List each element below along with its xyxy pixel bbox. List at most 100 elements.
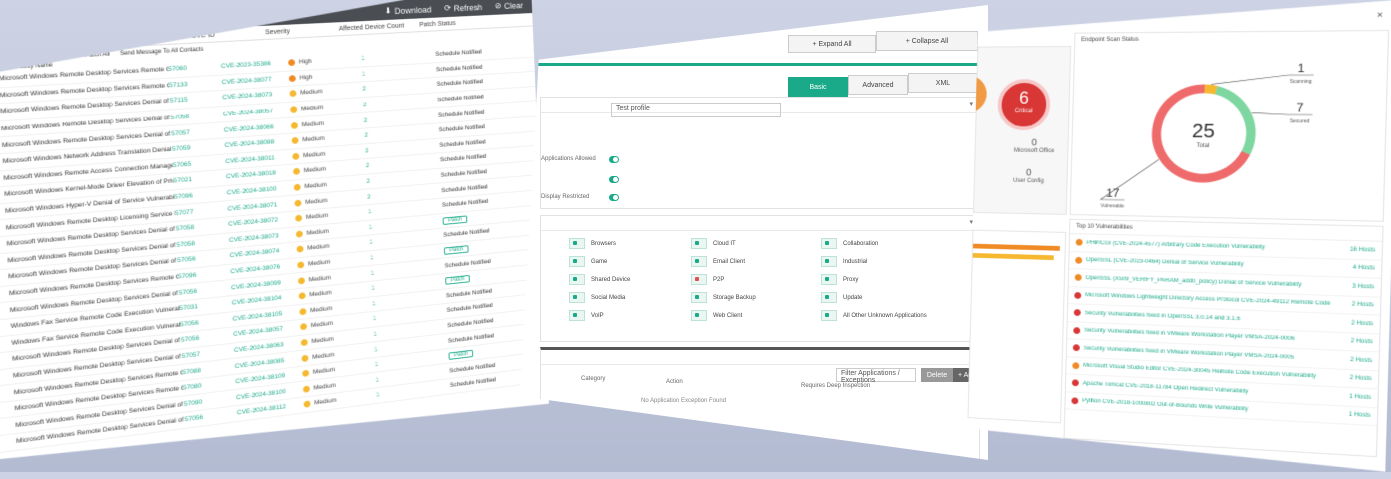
patch-button[interactable]: Patch (443, 215, 468, 225)
port-count[interactable]: 57096 (178, 269, 231, 281)
patch-button[interactable]: Patch (444, 245, 469, 255)
port-count[interactable]: 57056 (177, 253, 230, 265)
cve-id[interactable]: CVE-2024-38112 (237, 402, 304, 417)
section-header[interactable]: ▾ (541, 216, 979, 231)
port-count[interactable]: 57056 (179, 284, 232, 296)
profile-name-input[interactable]: Test profile (611, 103, 781, 117)
app-category-item[interactable]: Email Client (691, 256, 745, 267)
app-category-item[interactable]: Social Media (569, 292, 625, 303)
app-category-item[interactable]: Industrial (821, 256, 867, 267)
app-category-item[interactable]: VoIP (569, 310, 604, 321)
port-count[interactable]: 57090 (184, 394, 237, 407)
port-count[interactable]: 57058 (170, 111, 223, 121)
cve-id[interactable]: CVE-2024-38057 (223, 107, 290, 118)
port-count[interactable]: 57059 (172, 142, 225, 153)
port-count[interactable]: 57060 (168, 63, 221, 73)
device-count[interactable]: 2 (361, 172, 441, 185)
app-category-item[interactable]: Storage Backup (691, 292, 756, 303)
app-toggle-icon[interactable] (569, 256, 585, 267)
app-category-item[interactable]: All Other Unknown Applications (821, 310, 927, 321)
cve-id[interactable]: CVE-2024-38088 (225, 138, 292, 149)
device-count[interactable]: 2 (360, 157, 440, 170)
col-header-status[interactable]: Patch Status (419, 20, 461, 28)
section-header[interactable]: ▾ (541, 350, 979, 365)
app-toggle-icon[interactable] (569, 292, 585, 303)
app-toggle-icon[interactable] (821, 310, 837, 321)
device-count[interactable]: 2 (359, 127, 439, 139)
port-count[interactable]: 57058 (176, 237, 229, 249)
refresh-button[interactable]: ⟳ Refresh (444, 2, 482, 14)
app-category-item[interactable]: Shared Device (569, 274, 630, 285)
cve-id[interactable]: CVE-2024-38100 (227, 184, 294, 196)
cve-id[interactable]: CVE-2023-35386 (221, 60, 288, 70)
cve-id[interactable]: CVE-2024-38018 (226, 169, 293, 181)
port-count[interactable]: 57056 (181, 332, 234, 345)
tab-basic[interactable]: Basic (788, 77, 848, 97)
collapse-all-button[interactable]: + Collapse All (876, 31, 978, 51)
port-count[interactable]: 57096 (174, 190, 227, 201)
app-category-item[interactable]: P2P (691, 274, 724, 285)
device-count[interactable]: 2 (357, 82, 437, 93)
display-toggle[interactable] (609, 194, 619, 201)
close-icon[interactable]: × (1377, 10, 1384, 21)
port-count[interactable]: 57021 (173, 174, 226, 185)
app-category-item[interactable]: Game (569, 256, 607, 267)
app-toggle-icon[interactable] (569, 310, 585, 321)
app-toggle-icon[interactable] (691, 310, 707, 321)
port-count[interactable]: 57056 (180, 316, 233, 328)
port-count[interactable]: 57077 (175, 206, 228, 217)
col-header-port[interactable]: Port Count ID (132, 33, 192, 43)
app-toggle-icon[interactable] (691, 256, 707, 267)
port-count[interactable]: 57031 (179, 300, 232, 312)
patch-button[interactable]: Patch (448, 350, 473, 360)
tab-xml[interactable]: XML (908, 73, 978, 93)
cve-id[interactable]: CVE-2024-38077 (222, 75, 289, 86)
col-header-severity[interactable]: Severity (265, 26, 339, 36)
cve-id[interactable]: CVE-2024-38073 (222, 91, 289, 102)
cve-id[interactable]: CVE-2024-38074 (230, 247, 297, 260)
app-toggle-icon[interactable] (691, 292, 707, 303)
port-count[interactable]: 57133 (169, 79, 222, 89)
app-toggle-icon[interactable] (569, 238, 585, 249)
delete-button[interactable]: Delete (921, 368, 953, 382)
port-count[interactable]: 57065 (173, 158, 226, 169)
cve-id[interactable]: CVE-2024-38071 (227, 200, 294, 212)
expand-all-button[interactable]: + Expand All (788, 35, 876, 53)
port-count[interactable]: 57080 (183, 379, 236, 392)
donut-segment-scanning[interactable] (1205, 89, 1217, 90)
col-header-count[interactable]: Affected Device Count (339, 22, 420, 32)
app-category-item[interactable]: Update (821, 292, 862, 303)
app-toggle-icon[interactable] (821, 292, 837, 303)
app-toggle-icon[interactable] (821, 238, 837, 249)
patch-all-button[interactable]: Patch All (85, 52, 110, 59)
app-toggle-icon[interactable] (569, 274, 585, 285)
tab-advanced[interactable]: Advanced (848, 75, 908, 95)
col-header-cve[interactable]: CVE ID (191, 29, 265, 39)
app-category-item[interactable]: Browsers (569, 238, 616, 249)
cve-id[interactable]: CVE-2024-38076 (230, 262, 297, 275)
device-count[interactable]: 2 (359, 142, 439, 154)
cve-id[interactable]: CVE-2024-38099 (231, 278, 298, 291)
donut-segment-secured[interactable] (1215, 90, 1253, 153)
device-count[interactable]: 2 (358, 112, 438, 124)
port-count[interactable]: 57057 (182, 347, 235, 360)
cve-id[interactable]: CVE-2024-38073 (229, 231, 296, 244)
port-count[interactable]: 57056 (185, 410, 238, 423)
critical-badge[interactable]: 6 Critical (997, 79, 1051, 130)
port-count[interactable]: 57058 (176, 221, 229, 232)
download-button[interactable]: ⬇ Download (384, 4, 431, 16)
applications-toggle[interactable] (609, 156, 619, 163)
app-category-item[interactable]: Web Client (691, 310, 742, 321)
app-toggle-icon[interactable] (821, 274, 837, 285)
app-category-item[interactable]: Cloud IT (691, 238, 736, 249)
cve-id[interactable]: CVE-2024-38072 (228, 215, 295, 228)
port-count[interactable]: 57088 (182, 363, 235, 376)
device-count[interactable]: 1 (355, 52, 435, 63)
device-count[interactable]: 2 (357, 97, 437, 109)
app-toggle-icon[interactable] (821, 256, 837, 267)
clear-button[interactable]: ⊘ Clear (494, 0, 523, 11)
device-count[interactable]: 1 (356, 67, 436, 78)
app-category-item[interactable]: Collaboration (821, 238, 878, 249)
patch-button[interactable]: Patch (445, 275, 470, 285)
cve-id[interactable]: CVE-2024-38011 (225, 153, 292, 165)
